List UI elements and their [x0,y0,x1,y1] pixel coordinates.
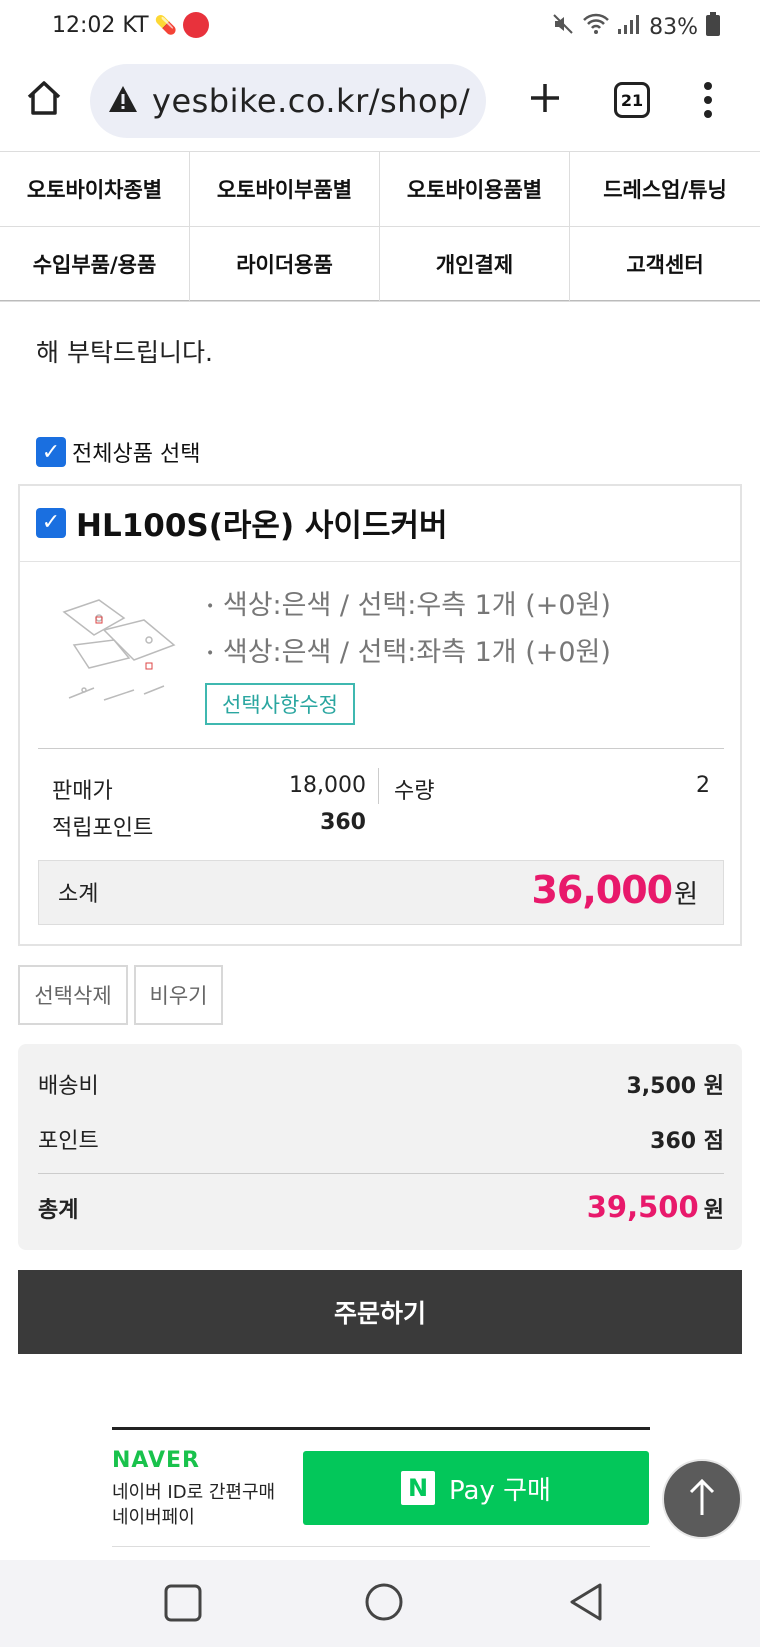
subtotal-value: 36,000 [531,868,673,912]
recents-icon[interactable] [164,1584,202,1626]
edit-options-button[interactable]: 선택사항수정 [205,683,355,725]
notice-text: 해 부탁드립니다. [36,338,213,367]
category-item[interactable]: 드레스업/튜닝 [570,152,760,227]
mute-icon [551,12,575,42]
category-item[interactable]: 오토바이차종별 [0,152,190,227]
wifi-icon [583,13,609,41]
points-row: 포인트 360 점 [38,1129,724,1154]
naver-logo: NAVER [112,1448,200,1473]
price-label: 판매가 [52,779,113,804]
points-value: 360 [320,810,366,835]
cart-item-header: ✓ HL100S(라온) 사이드커버 [18,484,742,562]
pill-icon: 💊 [154,14,177,36]
talk-badge-icon [182,12,209,38]
divider [112,1546,650,1547]
subtotal-amount: 36,000 원 [531,868,698,912]
delete-selected-button[interactable]: 선택삭제 [18,965,128,1025]
item-checkbox[interactable]: ✓ [36,507,66,538]
category-item[interactable]: 개인결제 [380,227,570,302]
product-thumbnail[interactable] [54,590,186,710]
signal-icon [617,13,641,41]
divider [38,748,724,749]
subtotal-label: 소계 [58,882,99,907]
category-item[interactable]: 라이더용품 [190,227,380,302]
price-value: 18,000 [289,773,366,798]
battery-percent: 83% [649,14,698,40]
points-label: 적립포인트 [52,816,154,841]
back-icon[interactable] [568,1582,604,1626]
category-item[interactable]: 오토바이부품별 [190,152,380,227]
status-time: 12:02 KT 💊 [52,12,209,38]
home-nav-icon[interactable] [364,1582,404,1626]
order-button[interactable]: 주문하기 [18,1270,742,1354]
option-line: • 색상:은색 / 선택:우측 1개 (+0원) [206,590,611,621]
option-line: • 색상:은색 / 선택:좌측 1개 (+0원) [206,637,611,668]
select-all-checkbox[interactable]: ✓ [36,437,66,467]
battery-icon [706,12,720,42]
divider [112,1427,650,1430]
total-amount: 39,500 원 [586,1190,724,1224]
total-row: 총계 39,500 원 [38,1190,724,1224]
home-icon[interactable] [24,78,64,122]
naver-pay-button[interactable]: N Pay 구매 [303,1451,649,1525]
divider [38,1173,724,1174]
warning-icon [108,85,138,117]
status-indicators: 83% [551,12,720,42]
new-tab-icon[interactable] [525,78,565,122]
empty-cart-button[interactable]: 비우기 [134,965,223,1025]
select-all-label: 전체상품 선택 [72,442,201,467]
address-bar[interactable]: yesbike.co.kr/shop/ [90,64,486,138]
scroll-to-top-button[interactable] [662,1459,742,1539]
url-text: yesbike.co.kr/shop/ [152,82,471,120]
subtotal-unit: 원 [674,880,698,910]
status-bar: 12:02 KT 💊 83% [0,0,760,52]
category-item[interactable]: 고객센터 [570,227,760,302]
more-menu-icon[interactable] [700,80,716,124]
category-item[interactable]: 오토바이용품별 [380,152,570,227]
naver-pay-label: Pay 구매 [449,1475,551,1506]
category-item[interactable]: 수입부품/용품 [0,227,190,302]
qty-label: 수량 [394,779,435,804]
category-nav: 오토바이차종별 오토바이부품별 오토바이용품별 드레스업/튜닝 수입부품/용품 … [0,152,760,302]
naver-sub-2: 네이버페이 [112,1507,195,1528]
qty-value: 2 [696,773,710,798]
naver-n-icon: N [401,1471,436,1505]
product-title[interactable]: HL100S(라온) 사이드커버 [76,500,448,545]
tab-switcher-button[interactable]: 21 [614,82,650,118]
arrow-up-icon [687,1477,717,1521]
divider [378,768,379,804]
system-nav-bar [0,1560,760,1647]
naver-sub-1: 네이버 ID로 간편구매 [112,1482,276,1503]
select-all[interactable]: ✓ 전체상품 선택 [36,436,200,468]
shipping-row: 배송비 3,500 원 [38,1074,724,1099]
